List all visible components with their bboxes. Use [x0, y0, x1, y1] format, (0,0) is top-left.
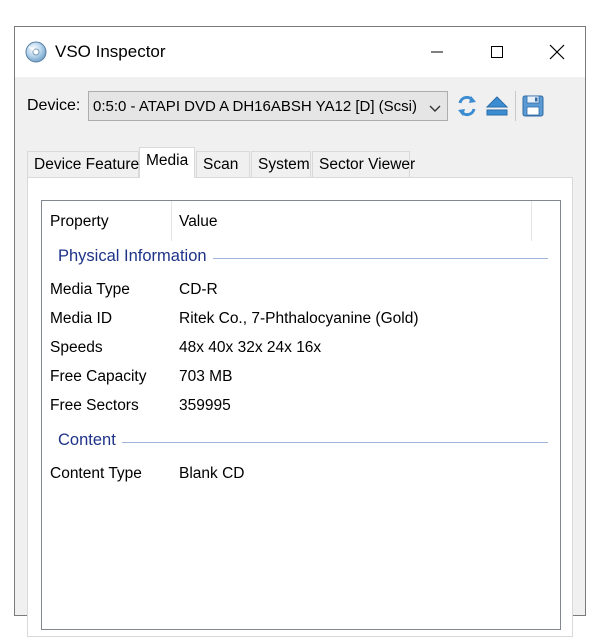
- app-window: VSO Inspector Device: 0:5:0 - ATAPI DVD …: [14, 26, 586, 637]
- property-value: 359995: [179, 397, 231, 414]
- tab-media[interactable]: Media: [139, 147, 195, 178]
- tab-sector-viewer[interactable]: Sector Viewer: [312, 151, 415, 177]
- properties-list[interactable]: Property Value Physical Information Medi…: [41, 200, 561, 630]
- list-item[interactable]: Content Type Blank CD: [42, 463, 560, 487]
- device-selected-value: 0:5:0 - ATAPI DVD A DH16ABSH YA12 [D] (S…: [93, 98, 418, 115]
- tab-label: Sector Viewer: [319, 156, 416, 173]
- column-divider[interactable]: [531, 201, 532, 241]
- toolbar-separator: [515, 91, 516, 121]
- close-icon: [549, 44, 565, 60]
- list-item[interactable]: Media ID Ritek Co., 7-Phthalocyanine (Go…: [42, 308, 560, 332]
- group-header-content: Content: [58, 431, 548, 453]
- property-value: CD-R: [179, 281, 218, 298]
- eject-icon: [485, 96, 509, 116]
- device-dropdown[interactable]: 0:5:0 - ATAPI DVD A DH16ABSH YA12 [D] (S…: [88, 91, 448, 121]
- tab-label: Device Features: [34, 156, 147, 173]
- tab-label: Media: [146, 152, 189, 169]
- property-value: Blank CD: [179, 465, 245, 482]
- group-header-physical-information: Physical Information: [58, 247, 548, 269]
- property-name: Content Type: [50, 465, 142, 482]
- list-item[interactable]: Free Capacity 703 MB: [42, 366, 560, 390]
- tab-label: System: [258, 156, 310, 173]
- media-tab-panel: Property Value Physical Information Medi…: [27, 177, 573, 637]
- refresh-button[interactable]: [455, 93, 479, 119]
- minimize-button[interactable]: [407, 27, 467, 77]
- group-title: Content: [58, 431, 122, 450]
- save-icon: [522, 95, 544, 117]
- property-value: Ritek Co., 7-Phthalocyanine (Gold): [179, 310, 419, 327]
- list-column-header: Property Value: [42, 201, 560, 241]
- device-label: Device:: [27, 97, 81, 114]
- list-item[interactable]: Free Sectors 359995: [42, 395, 560, 419]
- list-item[interactable]: Media Type CD-R: [42, 279, 560, 303]
- save-button[interactable]: [521, 93, 545, 119]
- list-item[interactable]: Speeds 48x 40x 32x 24x 16x: [42, 337, 560, 361]
- property-value: 48x 40x 32x 24x 16x: [179, 339, 322, 356]
- tab-device-features[interactable]: Device Features: [27, 151, 147, 177]
- title-bar[interactable]: VSO Inspector: [15, 27, 585, 77]
- client-area: Device: 0:5:0 - ATAPI DVD A DH16ABSH YA1…: [15, 77, 585, 637]
- tab-scan[interactable]: Scan: [196, 151, 250, 177]
- group-divider-line: [58, 442, 548, 443]
- group-title: Physical Information: [58, 247, 213, 266]
- maximize-button[interactable]: [467, 27, 527, 77]
- refresh-icon: [458, 95, 476, 117]
- property-name: Speeds: [50, 339, 103, 356]
- eject-button[interactable]: [485, 93, 509, 119]
- column-header-value[interactable]: Value: [179, 213, 218, 231]
- property-name: Media ID: [50, 310, 113, 327]
- column-divider[interactable]: [171, 201, 172, 241]
- close-button[interactable]: [527, 27, 587, 77]
- maximize-icon: [491, 46, 503, 58]
- window-title: VSO Inspector: [55, 42, 166, 61]
- tab-label: Scan: [203, 156, 239, 173]
- property-value: 703 MB: [179, 368, 233, 385]
- property-name: Media Type: [50, 281, 130, 298]
- property-name: Free Capacity: [50, 368, 147, 385]
- minimize-icon: [431, 51, 443, 53]
- property-name: Free Sectors: [50, 397, 139, 414]
- chevron-down-icon: [429, 101, 441, 118]
- disc-icon: [25, 41, 47, 63]
- tab-system[interactable]: System: [251, 151, 311, 177]
- column-header-property[interactable]: Property: [50, 213, 109, 231]
